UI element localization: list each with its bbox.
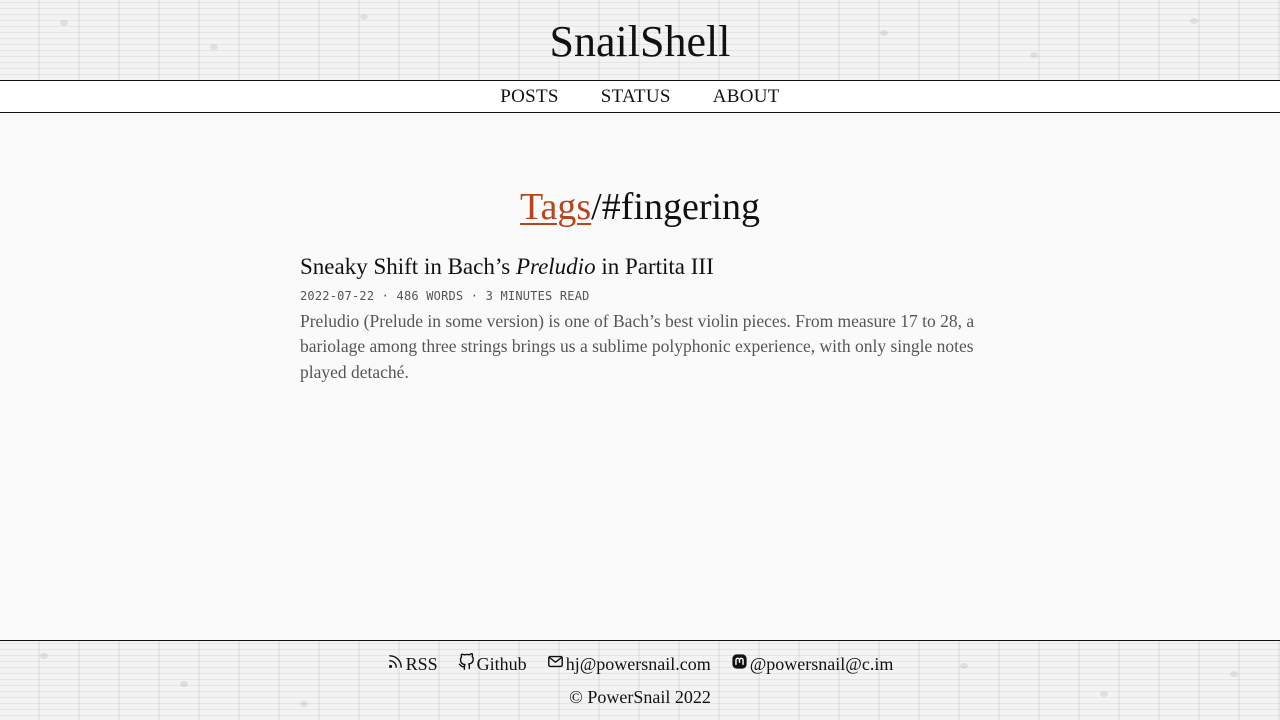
footer-link-label: Github [476, 653, 527, 674]
mail-icon [547, 653, 564, 675]
nav-item-posts[interactable]: POSTS [500, 86, 559, 108]
footer-link-label: RSS [405, 653, 438, 674]
copyright: © PowerSnail 2022 [569, 687, 711, 707]
nav-item-about[interactable]: ABOUT [713, 86, 780, 108]
footer-link-label: @powersnail@c.im [749, 653, 894, 674]
footer-link-label: hj@powersnail.com [565, 653, 711, 674]
mastodon-icon [731, 653, 748, 675]
post-meta: 2022-07-22 · 486 WORDS · 3 MINUTES READ [300, 288, 590, 303]
footer-link-github[interactable]: Github [458, 652, 527, 675]
site-title[interactable]: SnailShell [550, 20, 731, 64]
tags-breadcrumb-link[interactable]: Tags [520, 186, 591, 228]
post-title-prefix: Sneaky Shift in Bach’s [300, 254, 516, 279]
footer-link-mastodon[interactable]: @powersnail@c.im [731, 653, 894, 675]
page-title: Tags/#fingering [0, 185, 1280, 231]
nav-item-status[interactable]: STATUS [601, 86, 671, 108]
main-content: Tags/#fingering Sneaky Shift in Bach’s P… [0, 113, 1280, 640]
footer-link-rss[interactable]: RSS [387, 653, 438, 675]
post-list-item: Sneaky Shift in Bach’s Preludio in Parti… [300, 253, 980, 385]
post-title-italic: Preludio [515, 254, 596, 279]
post-title-link[interactable]: Sneaky Shift in Bach’s Preludio in Parti… [300, 253, 980, 281]
footer-links: RSS Github hj@powersnail.com @powersnail… [0, 652, 1280, 675]
footer-link-email[interactable]: hj@powersnail.com [547, 653, 711, 675]
post-title-suffix: in Partita III [595, 254, 714, 279]
rss-icon [387, 653, 404, 675]
site-footer: RSS Github hj@powersnail.com @powersnail… [0, 640, 1280, 720]
post-excerpt: Preludio (Prelude in some version) is on… [300, 310, 975, 382]
site-header: SnailShell [0, 0, 1280, 80]
tag-name: #fingering [601, 186, 761, 228]
main-nav: POSTS STATUS ABOUT [0, 80, 1280, 113]
github-icon [458, 652, 475, 675]
breadcrumb-separator: / [591, 186, 602, 228]
